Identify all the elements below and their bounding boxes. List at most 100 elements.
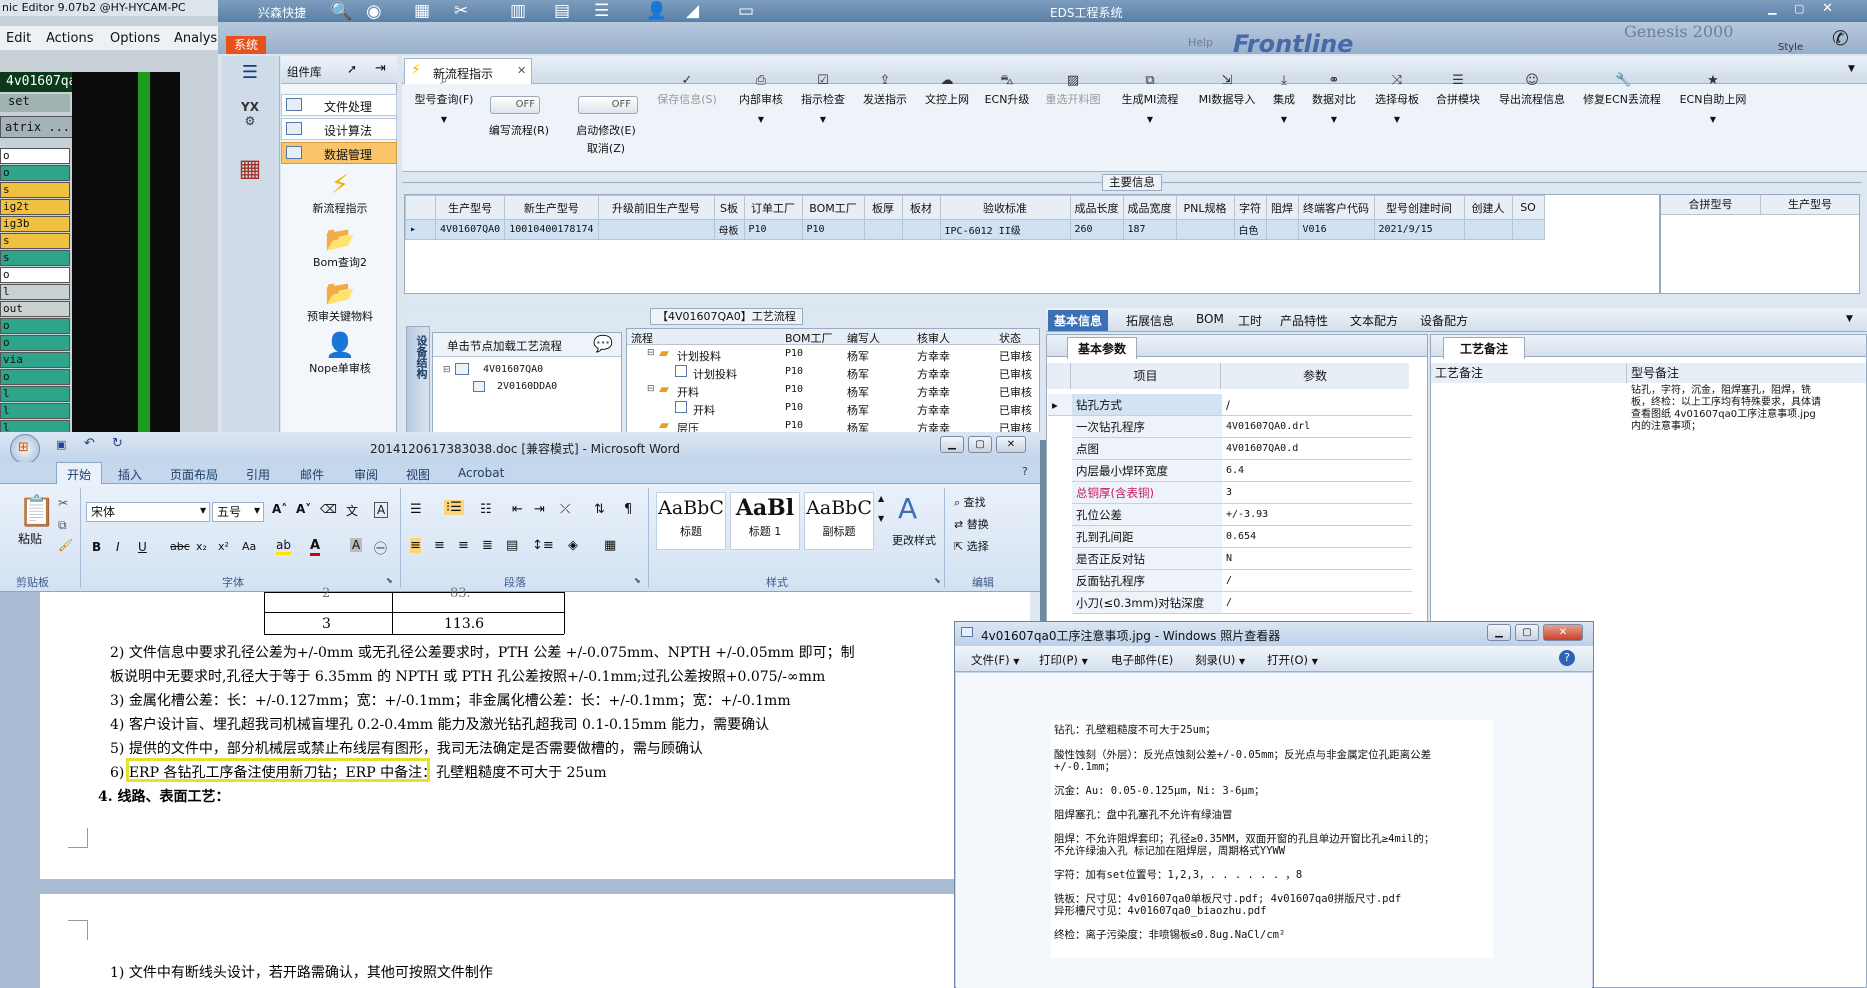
close-icon[interactable]: ✕ — [1822, 1, 1833, 16]
user-icon[interactable]: 👤 — [646, 1, 667, 21]
menu-burn[interactable]: 刻录(U) ▼ — [1195, 652, 1245, 668]
tab-review[interactable]: 审阅 — [354, 466, 378, 483]
cam-layer[interactable]: out — [0, 301, 70, 317]
collapse-icon[interactable]: ⊟ — [647, 384, 655, 394]
column-header[interactable]: 板材 — [901, 195, 941, 220]
column-header[interactable]: BOM工厂 — [801, 195, 865, 220]
grow-font-icon[interactable]: A˄ — [272, 502, 287, 516]
table-row[interactable]: ▸ 4V01607QA0 10010400178174 母板 P10 P10 I… — [405, 219, 1545, 240]
column-header[interactable]: 项目 — [1071, 363, 1221, 389]
menu-icon[interactable]: ☰ — [232, 62, 268, 84]
param-value[interactable]: +/-3.93 — [1222, 504, 1412, 526]
toolbar-button[interactable]: ☑ 指示检查 ▼ — [794, 74, 852, 125]
borders-icon[interactable]: ▦ — [604, 538, 616, 553]
column-header[interactable]: 生产型号 — [1761, 195, 1859, 215]
tab-mailings[interactable]: 邮件 — [300, 466, 324, 483]
table-cell[interactable] — [1463, 219, 1513, 240]
cam-layer[interactable]: o — [0, 335, 70, 351]
toolbar-button[interactable]: ⌕ 型号查询(F) ▼ — [404, 74, 484, 125]
replace-button[interactable]: ⇄ 替换 — [954, 516, 989, 532]
toolbar-button[interactable]: ☰ 合拼模块 — [1430, 74, 1486, 107]
undo-icon[interactable]: ↶ — [84, 436, 95, 451]
toolbar-button[interactable]: ⇪ 发送指示 — [856, 74, 914, 107]
table-cell[interactable]: 260 — [1069, 219, 1124, 240]
yx-tool-icon[interactable]: YX ⚙ — [232, 100, 268, 140]
tab-extended-info[interactable]: 拓展信息 — [1126, 312, 1174, 329]
tab-text-recipe[interactable]: 文本配方 — [1350, 312, 1398, 329]
close-icon[interactable]: ✕ — [1543, 624, 1583, 641]
column-header[interactable]: 成品长度 — [1069, 195, 1124, 220]
column-header[interactable]: 参数 — [1221, 363, 1409, 389]
param-value[interactable]: 0.654 — [1222, 526, 1412, 548]
align-center-icon[interactable]: ≡ — [434, 538, 445, 553]
column-header[interactable]: 订单工厂 — [743, 195, 803, 220]
tab-layout[interactable]: 页面布局 — [170, 466, 218, 483]
paste-icon[interactable]: 📋 — [18, 494, 55, 529]
tab-device-recipe[interactable]: 设备配方 — [1420, 312, 1468, 329]
tab-acrobat[interactable]: Acrobat — [458, 466, 504, 480]
table-row[interactable]: ⊟ ▰ 计划投料 P10 杨军 方幸幸 已审核 — [627, 346, 1039, 364]
sidebar-action-nope[interactable]: 👤 Nope单审核 — [295, 330, 385, 380]
column-header[interactable]: 状态 — [999, 330, 1021, 346]
cam-layer[interactable]: o — [0, 148, 70, 164]
show-marks-icon[interactable]: ¶ — [624, 502, 632, 517]
numbering-icon[interactable]: ⁝☰ — [444, 500, 464, 515]
toolbar-button[interactable]: ✓ 保存信息(S) — [650, 74, 724, 107]
param-value[interactable]: N — [1222, 548, 1412, 570]
underline-icon[interactable]: U — [138, 540, 147, 554]
table-cell[interactable]: 187 — [1122, 219, 1177, 240]
column-header[interactable]: 终端客户代码 — [1297, 195, 1375, 220]
cam-graphic-area[interactable] — [72, 72, 180, 432]
cam-layer[interactable]: s — [0, 250, 70, 266]
change-case-icon[interactable]: Aa — [242, 540, 256, 553]
calculator-icon[interactable]: ▦ — [232, 154, 268, 194]
shading-icon[interactable]: ◈ — [568, 538, 578, 553]
cam-menu-actions[interactable]: Actions — [46, 31, 94, 46]
tab-basic-params[interactable]: 基本参数 — [1067, 337, 1138, 359]
cam-layer[interactable]: o — [0, 267, 70, 283]
help-icon[interactable]: ? — [1559, 650, 1575, 666]
tab-process-notes[interactable]: 工艺备注 — [1443, 337, 1526, 359]
table-row[interactable]: 开料 P10 杨军 方幸幸 已审核 — [627, 400, 1039, 418]
decrease-indent-icon[interactable]: ⇤ — [512, 502, 523, 517]
maximize-icon[interactable]: ▢ — [968, 436, 992, 453]
table-cell[interactable] — [863, 219, 903, 240]
chat-icon[interactable]: 💬 — [593, 334, 613, 353]
column-header[interactable]: S板 — [713, 195, 745, 220]
toolbar-button[interactable]: ⎙ 内部审核 ▼ — [732, 74, 790, 125]
menu-print[interactable]: 打印(P) ▼ — [1039, 652, 1088, 668]
param-value[interactable]: 3 — [1222, 482, 1412, 504]
tab-references[interactable]: 引用 — [246, 466, 270, 483]
cam-layer[interactable]: l — [0, 284, 70, 300]
sidebar-action-new-flow[interactable]: ⚡ 新流程指示 — [295, 170, 385, 220]
document-page[interactable]: 2 83. 3 113.6 2) 文件信息中要求孔径公差为+/-0mm 或无孔径… — [40, 586, 1040, 879]
table-cell[interactable]: IPC-6012 II级 — [939, 219, 1071, 240]
cam-layer[interactable]: o — [0, 165, 70, 181]
column-header[interactable]: 板厚 — [863, 195, 903, 220]
style-heading1[interactable]: AaBl 标题 1 — [730, 492, 800, 550]
tab-home[interactable]: 开始 — [56, 462, 103, 486]
table-cell[interactable]: V016 — [1297, 219, 1375, 240]
toolbar-button[interactable]: ★ ECN自助上网 ▼ — [1670, 74, 1756, 125]
chart-icon[interactable]: ◢ — [686, 1, 699, 21]
phonetic-icon[interactable]: 文 — [346, 502, 358, 519]
cam-layer[interactable]: l — [0, 403, 70, 419]
cam-layer[interactable]: s — [0, 233, 70, 249]
cam-set-label[interactable]: set — [0, 94, 70, 112]
toolbar-button[interactable]: ☁ 文控上网 — [918, 74, 976, 107]
table-row[interactable]: ⊟ ▰ 开料 P10 杨军 方幸幸 已审核 — [627, 382, 1039, 400]
column-header[interactable]: 升级前旧生产型号 — [597, 195, 715, 220]
param-value[interactable]: 4V01607QA0.d — [1222, 438, 1412, 460]
write-flow-toggle[interactable]: OFF — [490, 96, 540, 114]
table-cell[interactable] — [1265, 219, 1299, 240]
bullets-icon[interactable]: ☰ — [410, 502, 422, 517]
tab-hours[interactable]: 工时 — [1238, 312, 1262, 329]
toolbar-button[interactable]: ⤓ 集成 ▼ — [1264, 74, 1304, 125]
font-name-select[interactable]: 宋体 — [86, 502, 210, 522]
toolbar-button[interactable]: ⇲ MI数据导入 — [1192, 74, 1262, 107]
superscript-icon[interactable]: x² — [218, 540, 229, 553]
window-icon[interactable]: ▭ — [738, 1, 754, 21]
column-header[interactable]: 字符 — [1233, 195, 1267, 220]
style-menu[interactable]: Style — [1778, 42, 1803, 53]
subscript-icon[interactable]: x₂ — [196, 540, 207, 553]
